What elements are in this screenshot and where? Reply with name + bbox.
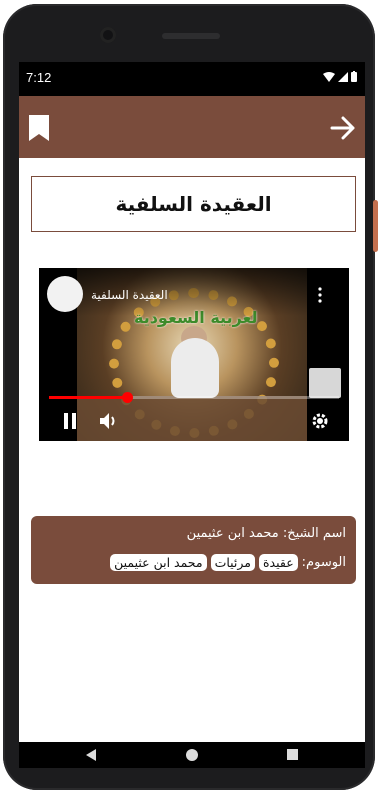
front-camera: [100, 27, 116, 43]
pause-icon[interactable]: [63, 413, 77, 429]
volume-icon[interactable]: [99, 412, 119, 430]
video-top-overlay: [39, 268, 349, 316]
bookmark-icon[interactable]: [28, 114, 50, 142]
screen: 7:12 العقيدة السلفية لعربية السعودية الع…: [19, 62, 365, 768]
arrow-forward-icon[interactable]: [329, 114, 357, 142]
info-card: اسم الشيخ: محمد ابن عثيمين الوسوم: عقيدة…: [31, 516, 356, 584]
sheikh-row: اسم الشيخ: محمد ابن عثيمين: [187, 526, 346, 541]
video-title[interactable]: العقيدة السلفية: [91, 288, 168, 302]
status-time: 7:12: [26, 70, 52, 85]
phone-frame: 7:12 العقيدة السلفية لعربية السعودية الع…: [3, 4, 378, 790]
wifi-icon: [323, 71, 335, 82]
earpiece-speaker: [162, 33, 220, 39]
video-progress-fill: [49, 396, 128, 399]
app-bar: [19, 96, 365, 158]
side-button: [373, 200, 378, 252]
tag-chip[interactable]: عقيدة: [259, 554, 298, 571]
nav-recents-icon[interactable]: [287, 749, 298, 760]
nav-home-icon[interactable]: [186, 749, 198, 761]
signal-icon: [338, 71, 348, 82]
nav-back-icon[interactable]: [86, 749, 96, 761]
settings-gear-icon[interactable]: [311, 412, 329, 430]
video-speaker: [171, 338, 219, 398]
tags-row: الوسوم: عقيدة مرئيات محمد ابن عثيمين: [110, 554, 346, 571]
status-bar: 7:12: [19, 62, 365, 96]
tag-chip[interactable]: محمد ابن عثيمين: [110, 554, 207, 571]
system-nav-bar: [19, 742, 365, 768]
battery-icon: [351, 71, 357, 82]
tag-chip[interactable]: مرئيات: [210, 554, 255, 571]
more-vert-icon[interactable]: [317, 286, 323, 304]
channel-logo[interactable]: [47, 276, 83, 312]
status-icons: [323, 71, 357, 82]
video-player[interactable]: لعربية السعودية العقيدة السلفية: [39, 268, 349, 441]
tags-label: الوسوم:: [301, 555, 346, 570]
device: 7:12 العقيدة السلفية لعربية السعودية الع…: [0, 0, 379, 793]
sheikh-label: اسم الشيخ:: [282, 526, 346, 541]
sheikh-name[interactable]: محمد ابن عثيمين: [187, 526, 279, 541]
video-progress-bar[interactable]: [49, 392, 339, 403]
page-title: العقيدة السلفية: [31, 176, 356, 232]
channel-watermark: [309, 368, 341, 398]
